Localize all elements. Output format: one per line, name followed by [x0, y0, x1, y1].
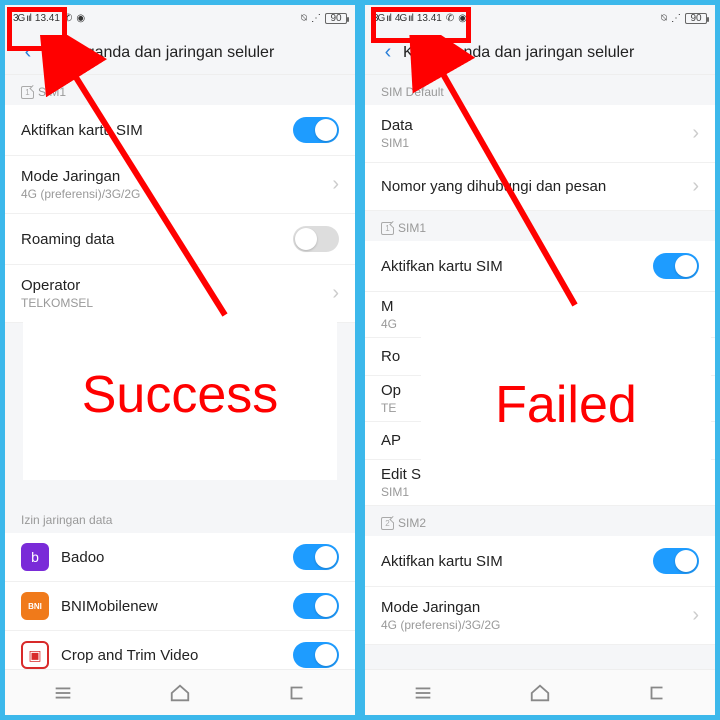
toggle-app[interactable] [293, 593, 339, 619]
toggle-sim[interactable] [293, 117, 339, 143]
home-button[interactable] [529, 682, 551, 704]
toggle-sim2[interactable] [653, 548, 699, 574]
bell-muted-icon: ⍉ [301, 13, 307, 24]
app-row-bni[interactable]: BNI BNIMobilenew [5, 582, 355, 631]
menu-button[interactable] [52, 682, 74, 704]
row-activate-sim[interactable]: Aktifkan kartu SIM [5, 105, 355, 156]
battery-icon: 90 [685, 13, 707, 24]
row-mode2[interactable]: Mode Jaringan 4G (preferensi)/3G/2G › [365, 587, 715, 645]
back-button[interactable]: ‹ [13, 41, 43, 64]
section-sim-default: SIM Default [365, 75, 715, 105]
camera-icon: ◉ [76, 13, 85, 24]
badoo-icon: b [21, 543, 49, 571]
crop-icon: ▣ [21, 641, 49, 669]
whatsapp-icon: ✆ [64, 13, 72, 24]
toggle-app[interactable] [293, 642, 339, 668]
bell-muted-icon: ⍉ [661, 13, 667, 24]
home-button[interactable] [169, 682, 191, 704]
back-nav-button[interactable] [646, 682, 668, 704]
app-row-crop[interactable]: ▣ Crop and Trim Video [5, 631, 355, 669]
chevron-right-icon: › [692, 604, 699, 627]
sim-icon: 2 [381, 517, 394, 530]
signal-icon: 3G ııl [13, 13, 31, 24]
section-sim1: 1 SIM1 [5, 75, 355, 105]
toggle-sim[interactable] [653, 253, 699, 279]
chevron-right-icon: › [332, 173, 339, 196]
status-label-success: Success [23, 310, 337, 480]
page-header: ‹ Kartu ganda dan jaringan seluler [5, 31, 355, 75]
menu-button[interactable] [412, 682, 434, 704]
toggle-roaming[interactable] [293, 226, 339, 252]
page-header: ‹ Kartu ganda dan jaringan seluler [365, 31, 715, 75]
row-activate-sim2[interactable]: Aktifkan kartu SIM [365, 536, 715, 587]
phone-left: 3G ııl 13.41 ✆ ◉ ⍉ ⋰ 90 ‹ Kartu ganda da… [5, 5, 355, 715]
section-sim1: 1 SIM1 [365, 211, 715, 241]
whatsapp-icon: ✆ [446, 13, 454, 24]
chevron-right-icon: › [332, 282, 339, 305]
status-label-failed: Failed [421, 305, 711, 505]
battery-icon: 90 [325, 13, 347, 24]
wifi-icon: ⋰ [311, 13, 321, 24]
page-title: Kartu ganda dan jaringan seluler [43, 44, 274, 62]
row-data[interactable]: Data SIM1 › [365, 105, 715, 163]
section-data-perm: Izin jaringan data [5, 503, 355, 533]
nav-bar [5, 669, 355, 715]
row-roaming[interactable]: Roaming data [5, 214, 355, 265]
status-bar: 3G ııl 4G ııl 13.41 ✆ ◉ ⍉ ⋰ 90 [365, 5, 715, 31]
toggle-app[interactable] [293, 544, 339, 570]
row-activate-sim1[interactable]: Aktifkan kartu SIM [365, 241, 715, 292]
back-nav-button[interactable] [286, 682, 308, 704]
row-network-mode[interactable]: Mode Jaringan 4G (preferensi)/3G/2G › [5, 156, 355, 214]
section-sim2: 2 SIM2 [365, 506, 715, 536]
nav-bar [365, 669, 715, 715]
page-title: Kartu ganda dan jaringan seluler [403, 44, 634, 62]
wifi-icon: ⋰ [671, 13, 681, 24]
signal-icon-2: 4G ııl [395, 13, 413, 24]
signal-icon: 3G ııl [373, 13, 391, 24]
back-button[interactable]: ‹ [373, 41, 403, 64]
clock: 13.41 [417, 13, 442, 24]
clock: 13.41 [35, 13, 60, 24]
sim-icon: 1 [21, 86, 34, 99]
phone-right: 3G ııl 4G ııl 13.41 ✆ ◉ ⍉ ⋰ 90 ‹ Kartu g… [365, 5, 715, 715]
row-nomor[interactable]: Nomor yang dihubungi dan pesan › [365, 163, 715, 211]
chevron-right-icon: › [692, 175, 699, 198]
chevron-right-icon: › [692, 122, 699, 145]
status-bar: 3G ııl 13.41 ✆ ◉ ⍉ ⋰ 90 [5, 5, 355, 31]
bni-icon: BNI [21, 592, 49, 620]
camera-icon: ◉ [458, 13, 467, 24]
app-row-badoo[interactable]: b Badoo [5, 533, 355, 582]
sim-icon: 1 [381, 222, 394, 235]
